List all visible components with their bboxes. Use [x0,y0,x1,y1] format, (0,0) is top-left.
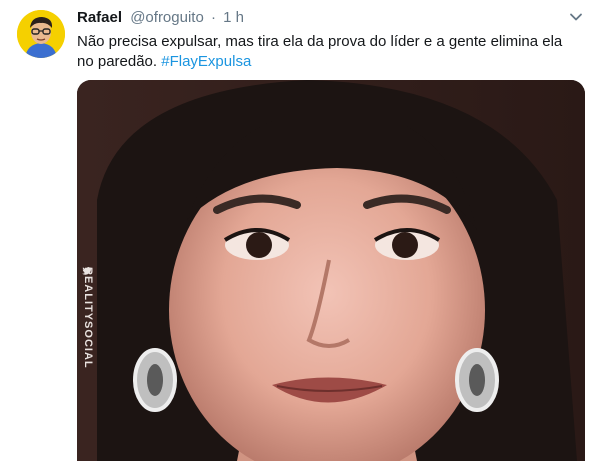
chevron-down-icon[interactable] [568,9,584,25]
tweet-timestamp[interactable]: 1 h [223,9,244,26]
author-handle[interactable]: @ofroguito [130,9,204,26]
tweet-media-image[interactable] [77,80,585,461]
watermark-text: REALITYSOCIAL [82,267,94,369]
hashtag-link[interactable]: #FlayExpulsa [161,53,251,70]
tweet-card[interactable]: Rafael @ofroguito · 1 h Não precisa expu… [0,0,595,461]
avatar[interactable] [17,10,65,58]
separator-dot: · [210,9,216,26]
tweet-text: Não precisa expulsar, mas tira ela da pr… [77,32,582,72]
author-name[interactable]: Rafael [77,9,122,26]
tweet-header: Rafael @ofroguito · 1 h [77,9,244,26]
tweet-body: Não precisa expulsar, mas tira ela da pr… [77,33,563,70]
media-watermark: REALITYSOCIAL [79,265,95,400]
